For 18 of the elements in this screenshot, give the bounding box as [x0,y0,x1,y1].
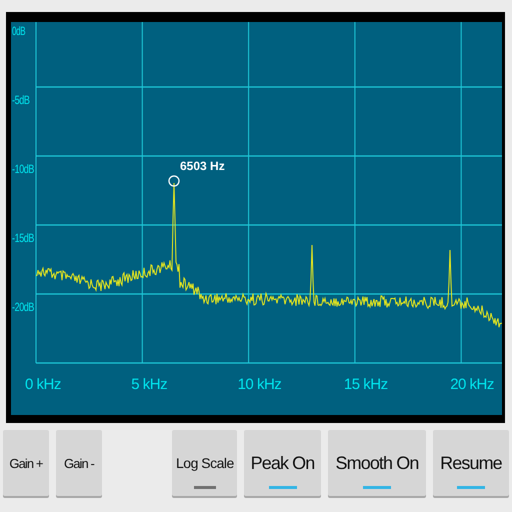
toggle-button[interactable]: Smooth On [328,430,426,496]
control-button[interactable]: Gain + [3,430,49,496]
peak-marker [168,175,180,187]
axis-label: 15 kHz [344,376,388,393]
toggle-button[interactable]: Peak On [244,430,321,496]
toggle-button[interactable]: Resume [433,430,509,496]
axis-label: -15dB [12,231,42,245]
axis-label: 5 kHz [131,376,168,393]
axis-label: 0 kHz [25,376,61,393]
axis-label: 10 kHz [238,376,282,393]
axis-label: -10dB [12,162,42,176]
peak-label: 6503 Hz [180,159,225,173]
toggle-button[interactable]: Log Scale [172,430,237,496]
axis-label: -5dB [12,93,36,107]
axis-label: 0dB [12,24,32,38]
control-button[interactable]: Gain - [56,430,102,496]
axis-label: -20dB [12,300,42,314]
axis-label: 20 kHz [450,376,494,393]
